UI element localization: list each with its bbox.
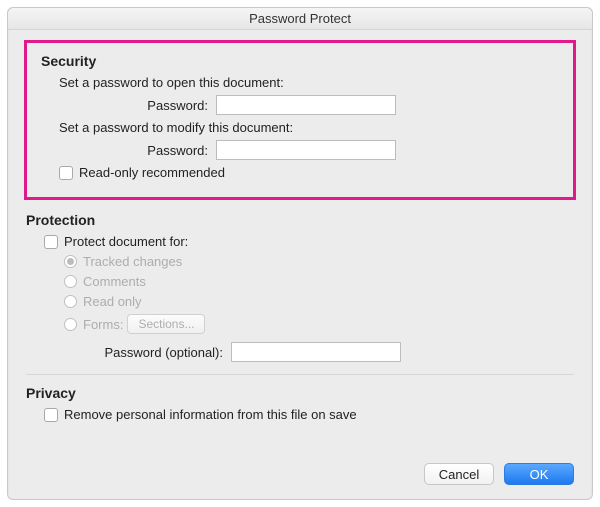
dialog-footer: Cancel OK — [8, 463, 592, 499]
forms-radio — [64, 318, 77, 331]
remove-personal-info-label: Remove personal information from this fi… — [64, 407, 357, 422]
tracked-changes-row: Tracked changes — [26, 254, 574, 269]
tracked-changes-radio — [64, 255, 77, 268]
comments-radio — [64, 275, 77, 288]
readonly-recommended-checkbox[interactable] — [59, 166, 73, 180]
open-password-instruction: Set a password to open this document: — [41, 75, 559, 90]
separator — [26, 374, 574, 375]
cancel-button[interactable]: Cancel — [424, 463, 494, 485]
protection-password-label: Password (optional): — [26, 345, 231, 360]
ok-button[interactable]: OK — [504, 463, 574, 485]
modify-password-label: Password: — [41, 143, 216, 158]
forms-label: Forms: — [83, 317, 123, 332]
protection-password-input[interactable] — [231, 342, 401, 362]
open-password-label: Password: — [41, 98, 216, 113]
readonly-radio — [64, 295, 77, 308]
protection-heading: Protection — [26, 212, 574, 228]
security-section: Security Set a password to open this doc… — [24, 40, 576, 200]
sections-button: Sections... — [127, 314, 205, 334]
comments-label: Comments — [83, 274, 146, 289]
dialog-content: Security Set a password to open this doc… — [8, 30, 592, 463]
privacy-heading: Privacy — [26, 385, 574, 401]
modify-password-instruction: Set a password to modify this document: — [41, 120, 559, 135]
readonly-label: Read only — [83, 294, 142, 309]
window-title: Password Protect — [8, 8, 592, 30]
open-password-input[interactable] — [216, 95, 396, 115]
remove-personal-info-checkbox[interactable] — [44, 408, 58, 422]
protect-document-for-row[interactable]: Protect document for: — [26, 234, 574, 249]
readonly-recommended-row[interactable]: Read-only recommended — [41, 165, 559, 180]
protect-document-for-checkbox[interactable] — [44, 235, 58, 249]
remove-personal-info-row[interactable]: Remove personal information from this fi… — [26, 407, 574, 422]
security-heading: Security — [41, 53, 559, 69]
readonly-row: Read only — [26, 294, 574, 309]
protect-document-for-label: Protect document for: — [64, 234, 188, 249]
modify-password-input[interactable] — [216, 140, 396, 160]
readonly-recommended-label: Read-only recommended — [79, 165, 225, 180]
password-protect-dialog: Password Protect Security Set a password… — [7, 7, 593, 500]
tracked-changes-label: Tracked changes — [83, 254, 182, 269]
forms-row: Forms: Sections... — [26, 314, 574, 334]
comments-row: Comments — [26, 274, 574, 289]
